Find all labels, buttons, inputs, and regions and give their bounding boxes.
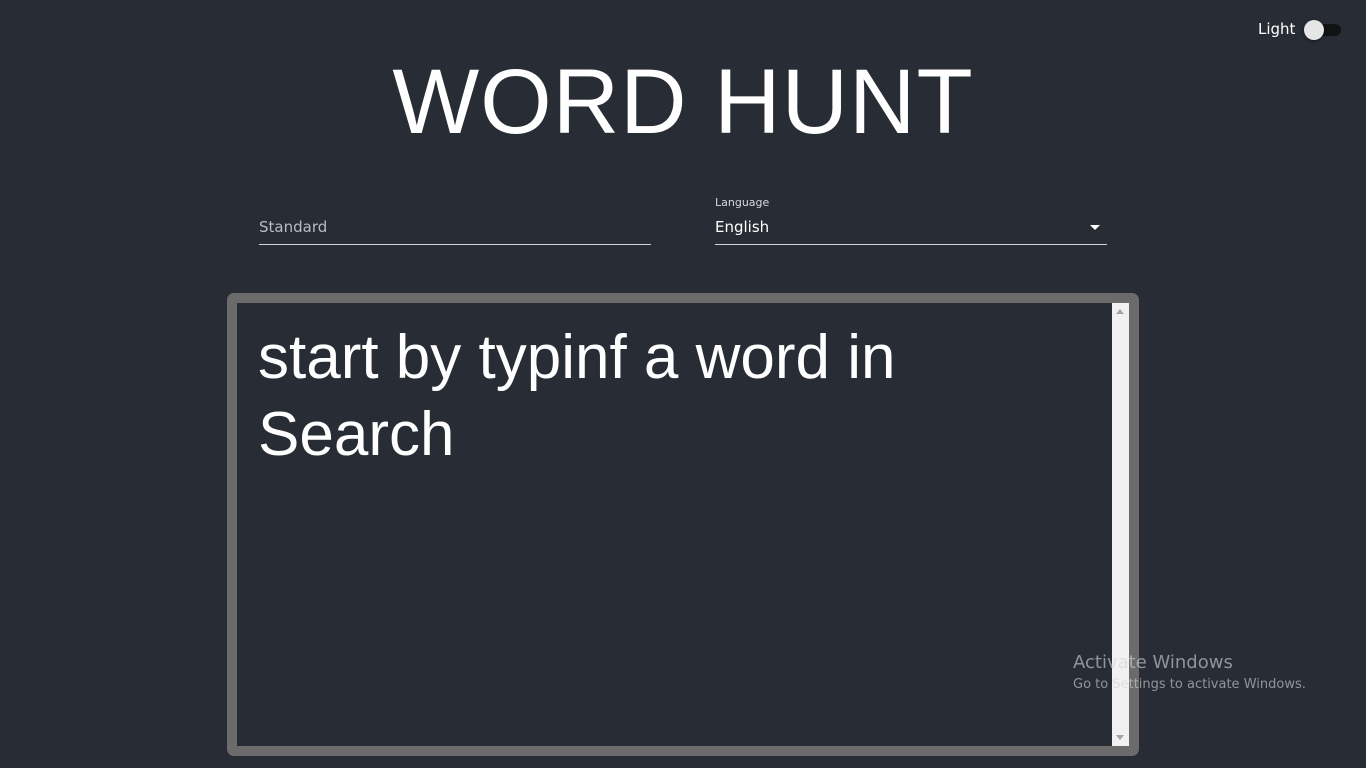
theme-toggle[interactable]: Light bbox=[1248, 16, 1348, 42]
scroll-up-arrow-icon[interactable] bbox=[1116, 309, 1124, 314]
theme-switch[interactable] bbox=[1303, 19, 1342, 40]
language-selected-value[interactable]: English bbox=[715, 218, 769, 236]
activate-windows-watermark: Activate Windows Go to Settings to activ… bbox=[1073, 652, 1353, 696]
theme-toggle-label: Light bbox=[1258, 20, 1296, 38]
chevron-down-icon[interactable] bbox=[1090, 225, 1100, 230]
results-content[interactable]: start by typinf a word in Search bbox=[237, 303, 1112, 746]
scroll-down-arrow-icon[interactable] bbox=[1116, 735, 1124, 740]
language-select[interactable]: Language English bbox=[715, 196, 1107, 245]
language-label: Language bbox=[715, 196, 770, 209]
search-field[interactable] bbox=[259, 212, 651, 245]
watermark-subtitle: Go to Settings to activate Windows. bbox=[1073, 677, 1306, 692]
search-input[interactable] bbox=[259, 212, 651, 242]
page-title: WORD HUNT bbox=[392, 51, 974, 153]
theme-switch-thumb[interactable] bbox=[1304, 20, 1325, 40]
results-panel: start by typinf a word in Search bbox=[227, 293, 1139, 756]
watermark-title: Activate Windows bbox=[1073, 652, 1233, 673]
results-message: start by typinf a word in Search bbox=[258, 323, 896, 469]
